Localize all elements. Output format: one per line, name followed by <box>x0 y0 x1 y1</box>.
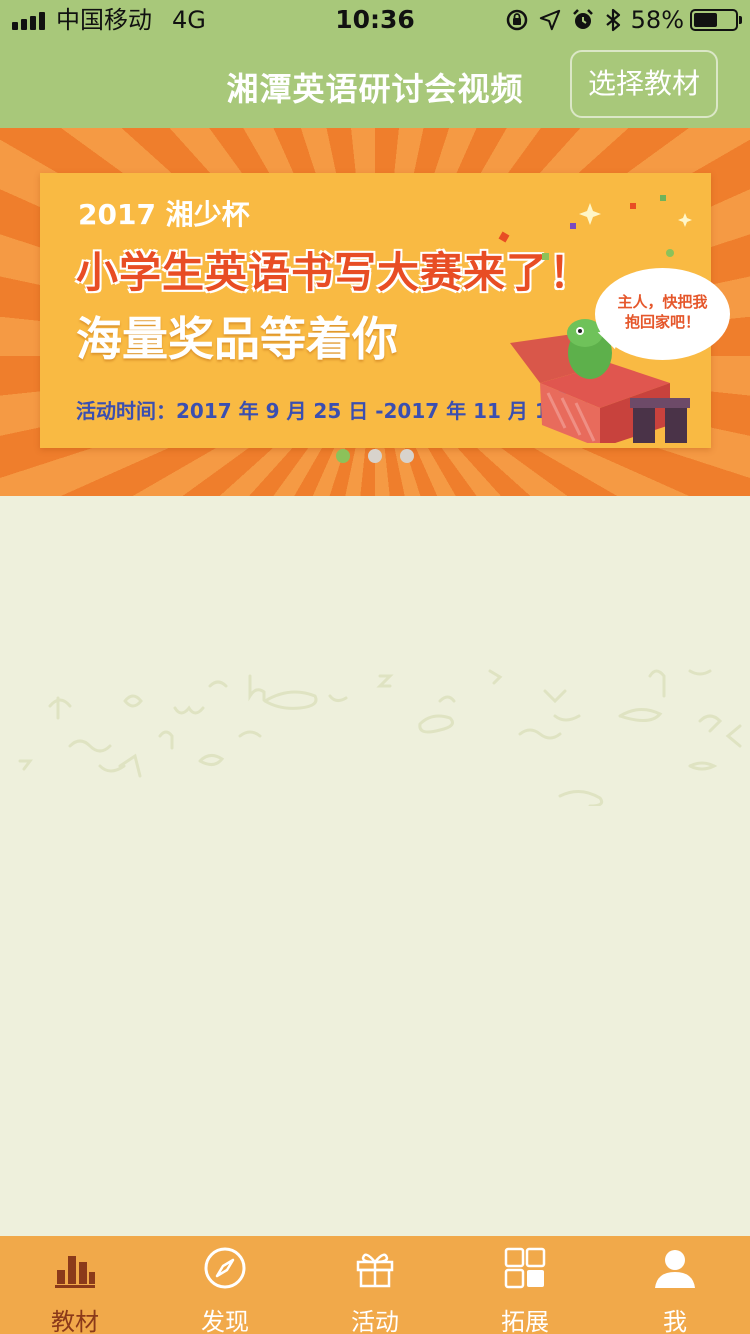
carousel-pagination <box>0 449 750 463</box>
tab-label: 活动 <box>351 1308 399 1334</box>
tab-label: 拓展 <box>501 1308 549 1334</box>
carousel-dot[interactable] <box>400 449 414 463</box>
tab-extend[interactable]: 拓展 <box>450 1236 600 1334</box>
tab-label: 我 <box>663 1308 687 1334</box>
tab-label: 发现 <box>201 1308 249 1334</box>
speech-bubble: 主人，快把我 抱回家吧！ <box>595 268 730 360</box>
bubble-line-1: 主人，快把我 <box>617 293 708 311</box>
content-area <box>0 496 750 1236</box>
tab-discover[interactable]: 发现 <box>150 1236 300 1334</box>
user-icon <box>655 1250 695 1288</box>
tab-textbook[interactable]: 教材 <box>0 1236 150 1334</box>
location-arrow-icon <box>539 9 560 31</box>
nav-bar: 湘潭英语研讨会视频 选择教材 <box>0 40 750 128</box>
tab-label: 教材 <box>51 1308 99 1334</box>
promo-banner-slide[interactable]: 2017 湘少杯 小学生英语书写大赛来了！ 海量奖品等着你 活动时间：2017 … <box>40 173 730 448</box>
bar-chart-icon <box>55 1256 95 1288</box>
banner-year-title: 2017 湘少杯 <box>78 198 250 231</box>
lock-rotation-icon <box>506 9 527 31</box>
select-textbook-button[interactable]: 选择教材 <box>570 50 718 118</box>
bluetooth-icon <box>605 8 620 32</box>
battery-percent: 58% <box>630 6 684 34</box>
battery-fill <box>694 13 717 27</box>
battery-icon <box>690 9 742 31</box>
bubble-line-2: 抱回家吧！ <box>624 313 700 331</box>
tab-activity[interactable]: 活动 <box>300 1236 450 1334</box>
banner-subline: 海量奖品等着你 <box>76 312 398 366</box>
promo-banner-carousel[interactable]: 2017 湘少杯 小学生英语书写大赛来了！ 海量奖品等着你 活动时间：2017 … <box>0 128 750 496</box>
status-right: 58% <box>495 0 742 40</box>
decorative-alphabet-background <box>18 669 742 806</box>
grid-icon <box>504 1247 546 1289</box>
bottom-tab-bar: 教材 发现 活动 拓展 我 <box>0 1236 750 1334</box>
gift-icon <box>356 1253 394 1288</box>
status-bar: 中国移动 4G 10:36 58% <box>0 0 750 40</box>
tab-me[interactable]: 我 <box>600 1236 750 1334</box>
compass-icon <box>204 1247 246 1289</box>
carousel-dot[interactable] <box>336 449 350 463</box>
alarm-icon <box>572 9 593 29</box>
carousel-dot[interactable] <box>368 449 382 463</box>
app-screen: 中国移动 4G 10:36 58% 湘潭英语研讨会视频 选择教材 2017 湘少… <box>0 0 750 1334</box>
